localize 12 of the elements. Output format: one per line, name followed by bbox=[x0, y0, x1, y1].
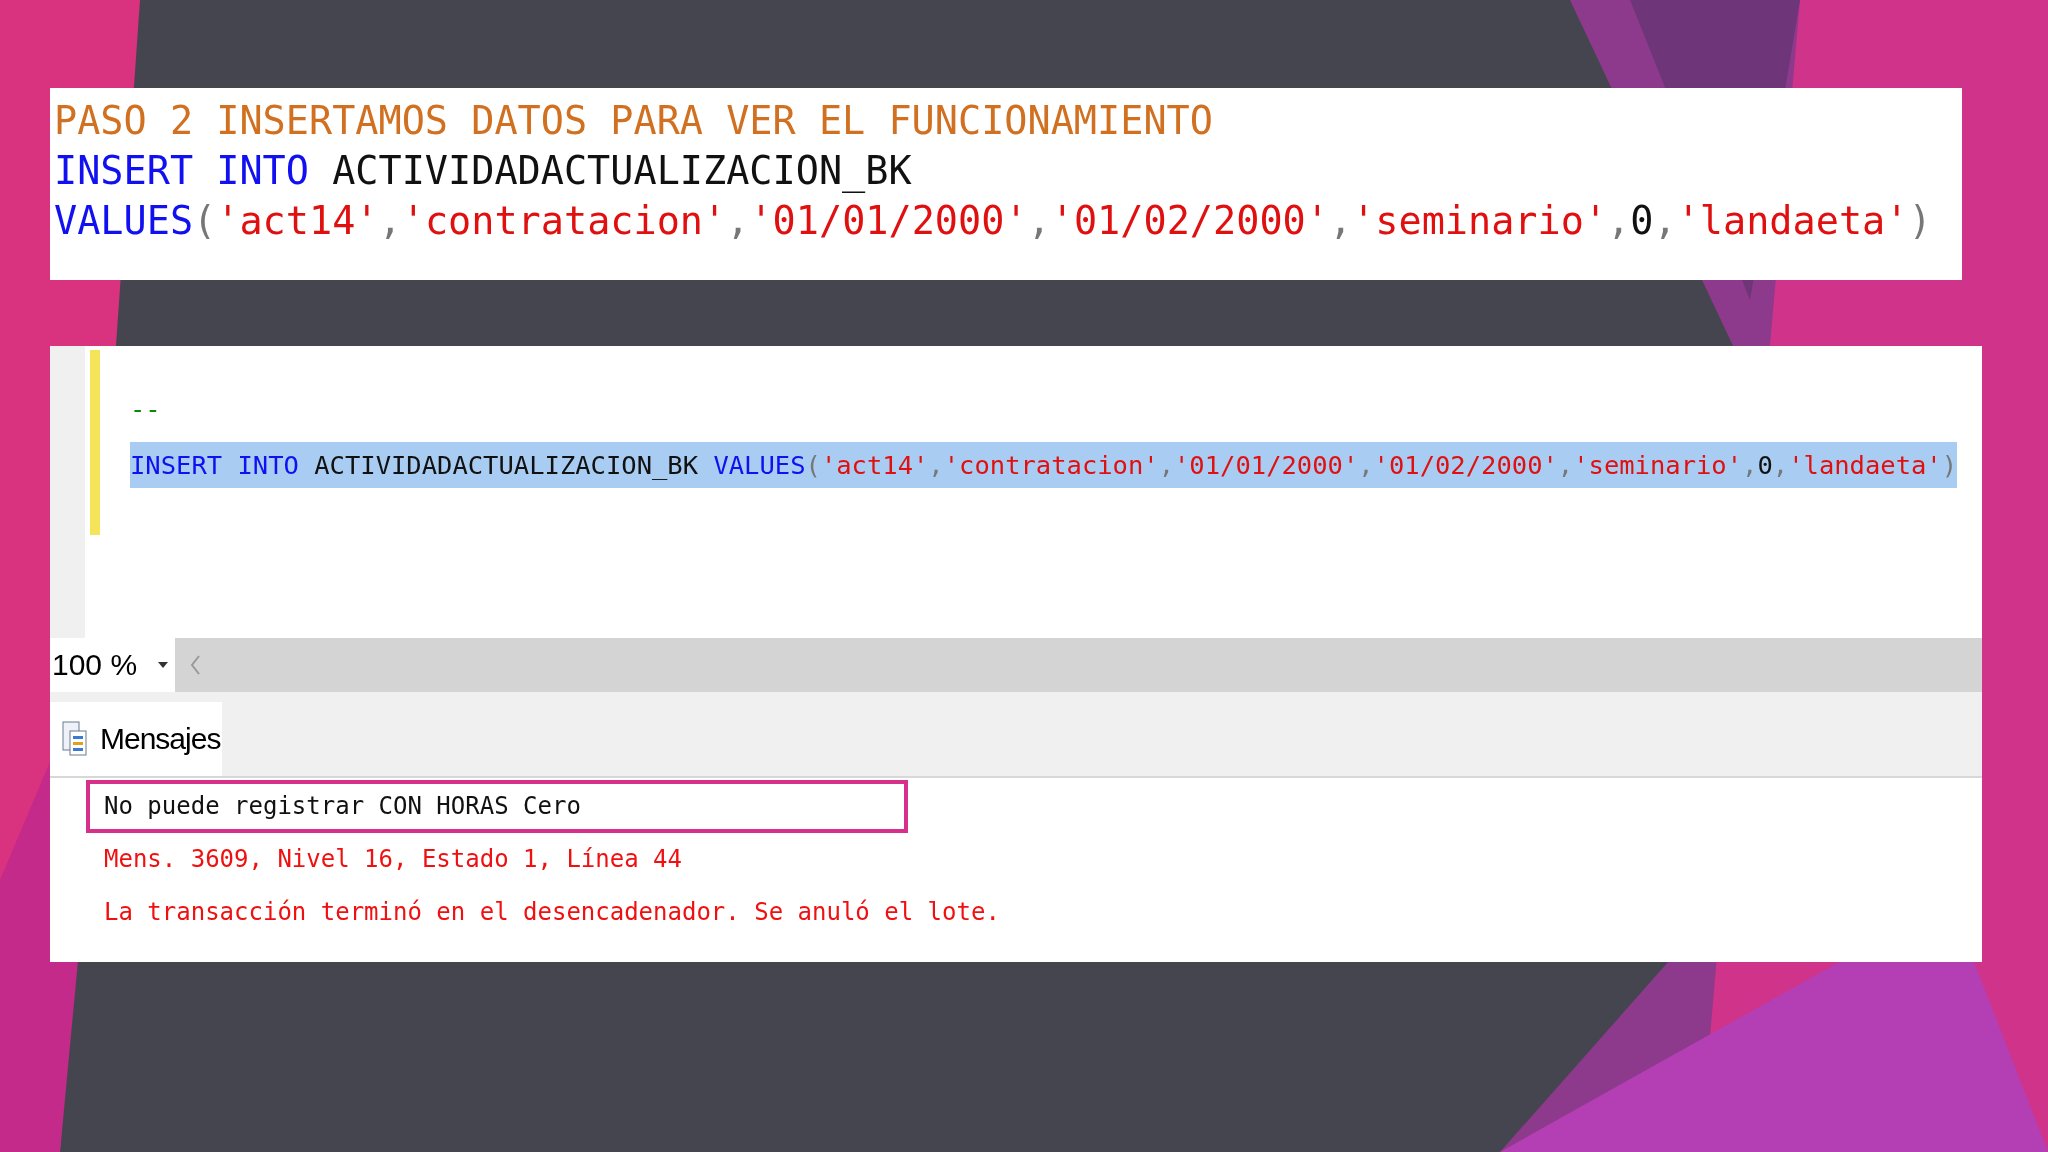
messages-tab[interactable]: Mensajes bbox=[50, 702, 222, 776]
code-line: PASO 2 INSERTAMOS DATOS PARA VER EL FUNCIONAMIENTO bbox=[54, 97, 1213, 145]
scroll-left-icon[interactable] bbox=[189, 654, 201, 676]
code-line: VALUES('act14','contratacion','01/01/2000','01/02/2000','seminario',0,'landaeta') bbox=[54, 197, 1932, 245]
caret-icon bbox=[157, 661, 169, 669]
message-text: Mens. 3609, Nivel 16, Estado 1, Línea 44 bbox=[103, 844, 683, 875]
code-line: INSERT INTO ACTIVIDADACTUALIZACION_BK bbox=[54, 147, 912, 195]
message-text: No puede registrar CON HORAS Cero bbox=[86, 780, 908, 833]
message-text: La transacción terminó en el desencadenador. Se anuló el lote. bbox=[103, 897, 1001, 928]
zoom-dropdown[interactable]: 100 % bbox=[50, 638, 175, 692]
document-icon bbox=[62, 721, 88, 757]
code-line: -- bbox=[130, 393, 161, 426]
